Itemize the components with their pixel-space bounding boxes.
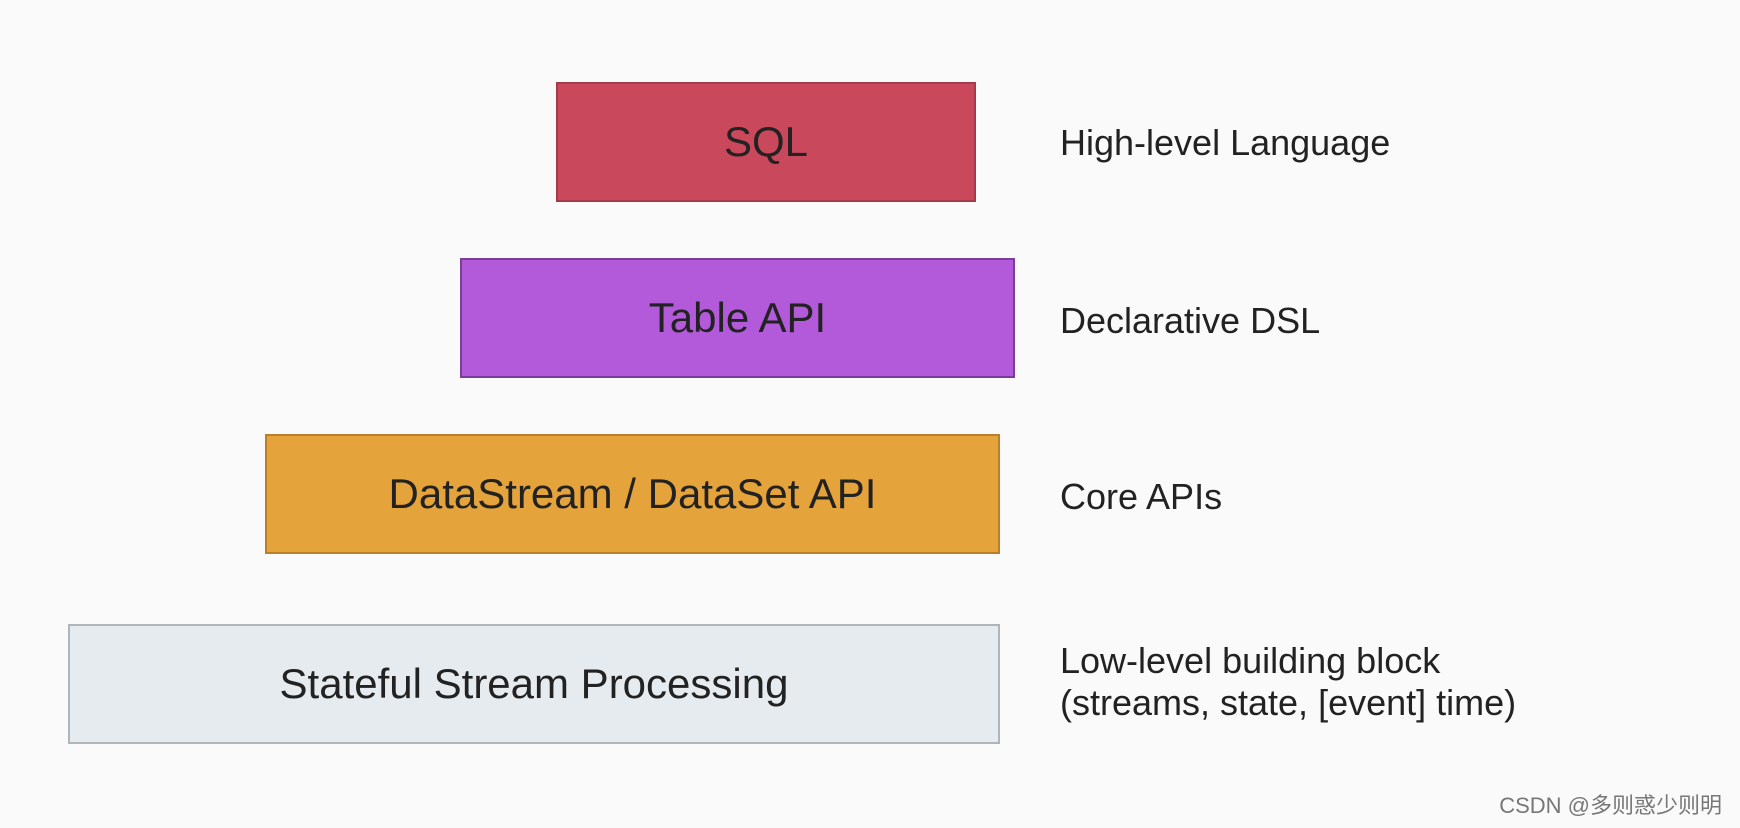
watermark: CSDN @多则惑少则明 (1499, 788, 1722, 820)
layer-stateful: Stateful Stream Processing (68, 624, 1000, 744)
layer-state-label: Stateful Stream Processing (280, 660, 789, 708)
layer-datastream: DataStream / DataSet API (265, 434, 1000, 554)
caption-table: Declarative DSL (1060, 300, 1320, 342)
layer-ds-label: DataStream / DataSet API (389, 470, 877, 518)
caption-stateful: Low-level building block(streams, state,… (1060, 640, 1516, 724)
layer-table-label: Table API (649, 294, 826, 342)
caption-datastream: Core APIs (1060, 476, 1222, 518)
layer-sql-label: SQL (724, 118, 808, 166)
layer-sql: SQL (556, 82, 976, 202)
caption-sql: High-level Language (1060, 122, 1390, 164)
layer-table: Table API (460, 258, 1015, 378)
